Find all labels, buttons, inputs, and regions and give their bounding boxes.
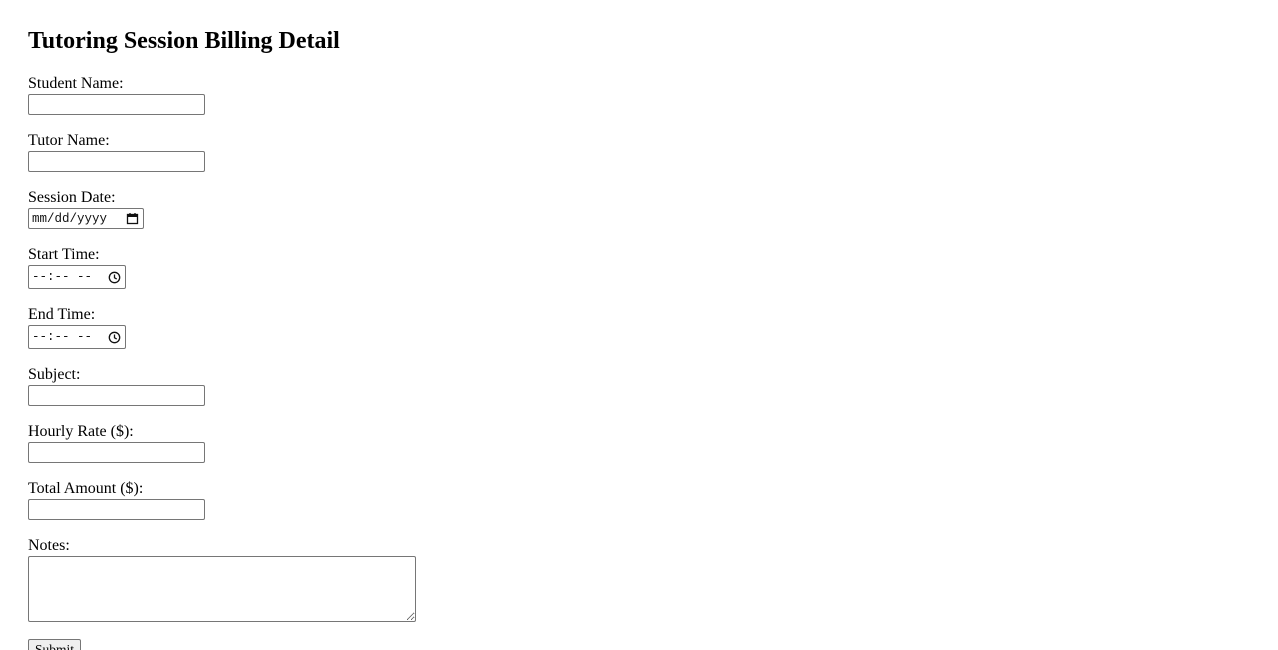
subject-input[interactable] (28, 385, 205, 406)
submit-button[interactable]: Submit (28, 639, 82, 650)
notes-textarea[interactable] (28, 556, 416, 622)
total-amount-input[interactable] (28, 499, 205, 520)
start-time-input[interactable]: --:-- -- (28, 265, 126, 289)
subject-label: Subject: (28, 366, 81, 383)
total-amount-field: Total Amount ($): (28, 480, 205, 520)
session-date-field: Session Date: mm/dd/yyyy (28, 189, 144, 229)
hourly-rate-field: Hourly Rate ($): (28, 423, 205, 463)
total-amount-label: Total Amount ($): (28, 480, 144, 497)
tutor-name-input[interactable] (28, 151, 205, 172)
hourly-rate-input[interactable] (28, 442, 205, 463)
student-name-field: Student Name: (28, 75, 205, 115)
student-name-label: Student Name: (28, 75, 124, 92)
start-time-placeholder: --:-- -- (32, 270, 93, 284)
page-title: Tutoring Session Billing Detail (28, 28, 340, 54)
notes-label: Notes: (28, 537, 70, 554)
hourly-rate-label: Hourly Rate ($): (28, 423, 134, 440)
tutor-name-field: Tutor Name: (28, 132, 205, 172)
tutor-name-label: Tutor Name: (28, 132, 110, 149)
session-date-placeholder: mm/dd/yyyy (32, 211, 108, 226)
end-time-placeholder: --:-- -- (32, 330, 93, 344)
subject-field: Subject: (28, 366, 205, 406)
end-time-field: End Time: --:-- -- (28, 306, 126, 349)
session-date-input[interactable]: mm/dd/yyyy (28, 208, 144, 229)
session-date-label: Session Date: (28, 189, 116, 206)
start-time-field: Start Time: --:-- -- (28, 246, 126, 289)
start-time-label: Start Time: (28, 246, 100, 263)
notes-field: Notes: (28, 537, 416, 622)
clock-icon[interactable] (108, 271, 121, 284)
student-name-input[interactable] (28, 94, 205, 115)
clock-icon[interactable] (108, 331, 121, 344)
calendar-icon[interactable] (126, 212, 139, 225)
end-time-input[interactable]: --:-- -- (28, 325, 126, 349)
end-time-label: End Time: (28, 306, 96, 323)
